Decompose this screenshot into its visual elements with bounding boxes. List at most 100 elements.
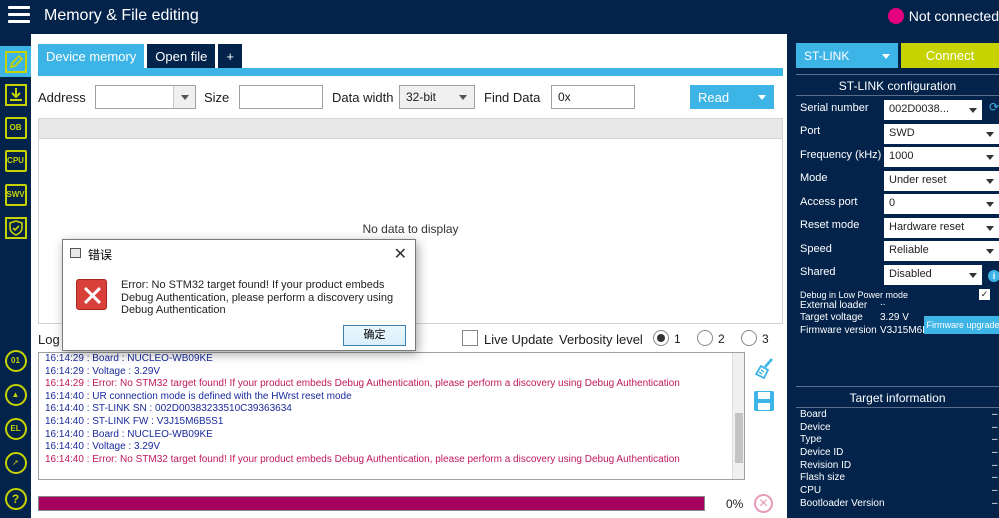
help-icon: ? (4, 487, 27, 510)
divider (796, 407, 999, 408)
tab-open-file[interactable]: Open file (147, 44, 216, 68)
log-line: 16:14:29 : Board : NUCLEO-WB09KE (45, 353, 213, 364)
low-power-checkbox[interactable]: ✓ (979, 289, 990, 300)
firmware-version-label: Firmware version (800, 325, 877, 336)
connection-status-text: Not connected (908, 8, 999, 24)
progress-bar (38, 496, 705, 511)
live-update-checkbox[interactable] (462, 330, 478, 346)
firmware-version-value: V3J15M6B (880, 325, 929, 336)
size-input[interactable] (239, 85, 323, 109)
external-loader-value: .. (880, 297, 886, 308)
serial-number-select[interactable]: 002D0038... (884, 100, 982, 120)
frequency-value: 1000 (889, 150, 914, 162)
clear-log-icon[interactable] (753, 357, 777, 381)
refresh-icon[interactable]: ⟳ (989, 100, 999, 116)
menu-icon[interactable] (8, 6, 30, 24)
reset-mode-select[interactable]: Hardware reset (884, 218, 999, 238)
tab-add[interactable]: + (218, 44, 242, 68)
sidebar-item-help[interactable]: ? (3, 486, 28, 511)
low-power-label: Debug in Low Power mode (800, 290, 909, 300)
log-line: 16:14:40 : ST-LINK FW : V3J15M6B5S1 (45, 415, 224, 427)
error-dialog: 错误 ✕ Error: No STM32 target found! If yo… (62, 239, 416, 351)
sidebar-item-security[interactable] (3, 215, 28, 240)
frequency-select[interactable]: 1000 (884, 147, 999, 167)
verbosity-radio-2[interactable] (697, 330, 713, 346)
chevron-down-icon[interactable] (173, 86, 195, 108)
cancel-icon[interactable]: ✕ (754, 494, 773, 513)
target-device-label: Device (800, 422, 831, 433)
sidebar-item-erase-program[interactable] (3, 82, 28, 107)
shared-label: Shared (800, 266, 836, 278)
port-select[interactable]: SWD (884, 124, 999, 144)
sidebar-item-option-bytes[interactable]: OB (3, 115, 28, 140)
log-scrollbar[interactable] (732, 353, 744, 479)
firmware-upgrade-button[interactable]: Firmware upgrade (924, 316, 999, 334)
reset-mode-label: Reset mode (800, 219, 860, 231)
verbosity-radio-1[interactable] (653, 330, 669, 346)
close-icon[interactable]: ✕ (394, 244, 407, 264)
serial-number-label: Serial number (800, 102, 869, 114)
target-device-id-label: Device ID (800, 447, 844, 458)
address-label: Address (38, 90, 86, 105)
target-revision-id-label: Revision ID (800, 460, 852, 471)
empty-state-text: No data to display (362, 222, 459, 236)
read-button[interactable]: Read (690, 85, 774, 109)
mode-value: Under reset (889, 174, 947, 186)
bell-icon: ▲ (4, 383, 27, 406)
verbosity-radio-3[interactable] (741, 330, 757, 346)
sidebar: OB CPU SWV 01 ▲ EL ➚ ? (0, 34, 31, 518)
sidebar-item-bottom-2[interactable]: ▲ (3, 382, 28, 407)
connection-status: Not connected (887, 8, 999, 24)
stlink-configuration: ST-LINK configuration Serial number 002D… (796, 74, 999, 373)
ob-icon: OB (4, 116, 27, 139)
data-width-value: 32-bit (406, 90, 437, 104)
divider (796, 95, 999, 96)
chevron-down-icon[interactable] (758, 95, 766, 100)
scrollbar-thumb[interactable] (735, 413, 743, 463)
shared-value: Disabled (889, 268, 932, 280)
data-width-select[interactable]: 32-bit (399, 85, 475, 109)
target-bootloader-value: – (992, 498, 998, 509)
mode-label: Mode (800, 172, 828, 184)
reset-mode-value: Hardware reset (889, 221, 965, 233)
speed-select[interactable]: Reliable (884, 241, 999, 261)
target-cpu-value: – (992, 485, 998, 496)
tab-device-memory[interactable]: Device memory (38, 44, 145, 68)
dialog-titlebar[interactable]: 错误 ✕ (63, 240, 415, 267)
save-log-icon[interactable] (753, 390, 775, 412)
download-icon (4, 83, 27, 106)
log-line: 16:14:40 : ST-LINK SN : 002D00383233510C… (45, 403, 292, 415)
log-label: Log (38, 332, 60, 347)
address-combo[interactable] (95, 85, 196, 109)
sidebar-item-bottom-4[interactable]: ➚ (3, 450, 28, 475)
probe-select[interactable]: ST-LINK (796, 43, 898, 68)
ok-button[interactable]: 确定 (343, 325, 406, 346)
sidebar-item-bottom-1[interactable]: 01 (3, 348, 28, 373)
sidebar-item-swv[interactable]: SWV (3, 182, 28, 207)
external-loader-icon: EL (4, 417, 27, 440)
chevron-down-icon (986, 249, 994, 254)
mode-select[interactable]: Under reset (884, 171, 999, 191)
chevron-down-icon (452, 86, 474, 108)
config-title: ST-LINK configuration (838, 79, 957, 93)
frequency-label: Frequency (kHz) (800, 149, 882, 161)
shared-select[interactable]: Disabled (884, 265, 982, 285)
chevron-down-icon (882, 54, 890, 59)
sidebar-item-bottom-3[interactable]: EL (3, 416, 28, 441)
sidebar-item-cpu[interactable]: CPU (3, 148, 28, 173)
info-icon[interactable]: i (988, 270, 999, 282)
live-update-label: Live Update (484, 332, 554, 347)
target-voltage-label: Target voltage (800, 312, 863, 323)
window-icon (70, 248, 81, 258)
dialog-message: Error: No STM32 target found! If your pr… (121, 279, 394, 316)
find-data-input[interactable]: 0x (551, 85, 635, 109)
target-board-label: Board (800, 409, 827, 420)
target-device-value: – (992, 422, 998, 433)
access-port-select[interactable]: 0 (884, 194, 999, 214)
target-info-title: Target information (849, 391, 946, 405)
sidebar-item-memory-edit[interactable] (0, 46, 31, 77)
verbosity-radio-3-label: 3 (762, 332, 769, 346)
connect-button[interactable]: Connect (901, 43, 999, 68)
log-output[interactable]: 16:14:29 : Board : NUCLEO-WB09KE 16:14:2… (38, 352, 745, 480)
access-port-label: Access port (800, 196, 858, 208)
